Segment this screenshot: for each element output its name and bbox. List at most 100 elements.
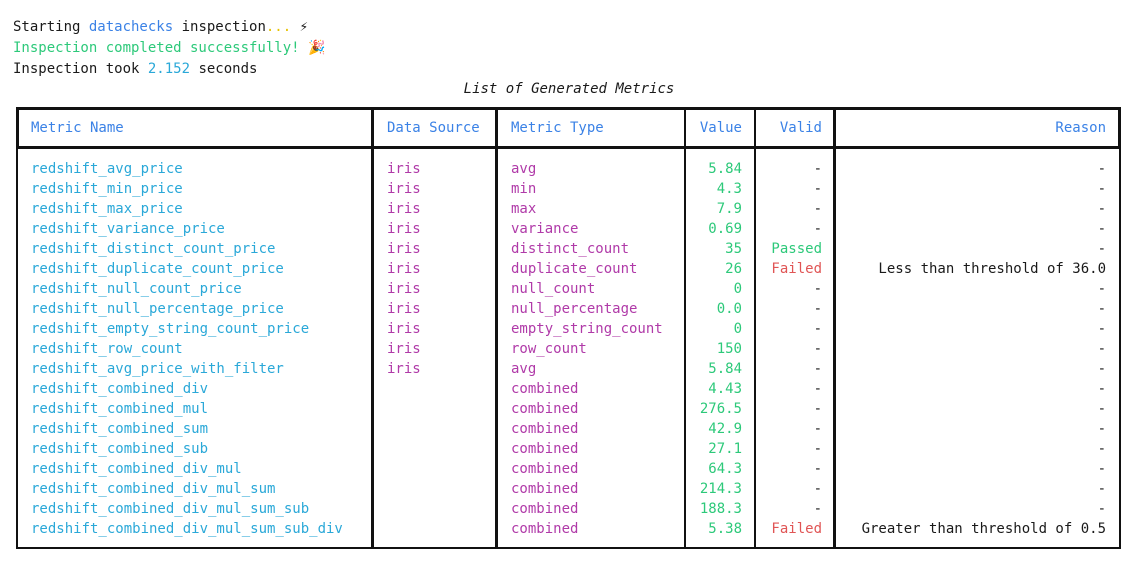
reason-cell: - xyxy=(1097,181,1106,197)
reason-cell: - xyxy=(1097,341,1106,357)
data-source-cell: iris xyxy=(387,281,421,297)
reason-cell: - xyxy=(1097,161,1106,177)
value-cell: 0 xyxy=(733,281,742,297)
metric-type-cell: distinct_count xyxy=(511,241,630,257)
header-metric-type[interactable]: Metric Type xyxy=(511,118,604,138)
value-cell: 0.69 xyxy=(708,221,742,237)
metric-name-cell: redshift_variance_price xyxy=(31,221,225,237)
metric-name-cell: redshift_combined_div xyxy=(31,381,209,397)
header-valid[interactable]: Valid xyxy=(756,118,822,138)
reason-cell: - xyxy=(1097,461,1106,477)
valid-status-cell: - xyxy=(813,441,822,457)
value-cell: 26 xyxy=(725,261,742,277)
reason-cell: Greater than threshold of 0.5 xyxy=(861,521,1106,537)
app-name: datachecks xyxy=(88,19,174,35)
duration-value: 2.152 xyxy=(147,61,191,77)
reason-cell: - xyxy=(1097,241,1106,257)
valid-status-cell: Passed xyxy=(771,241,822,257)
metric-name-cell: redshift_combined_div_mul xyxy=(31,461,242,477)
reason-cell: - xyxy=(1097,321,1106,337)
metric-name-cell: redshift_combined_div_mul_sum_sub xyxy=(31,501,310,517)
metric-type-cell: combined xyxy=(511,401,579,417)
metric-type-cell: combined xyxy=(511,501,579,517)
header-value[interactable]: Value xyxy=(684,118,742,138)
value-cell: 5.84 xyxy=(708,361,742,377)
header-data-source[interactable]: Data Source xyxy=(387,118,480,138)
log-text: seconds xyxy=(190,61,258,77)
metric-name-cell: redshift_combined_sub xyxy=(31,441,209,457)
metric-type-cell: null_percentage xyxy=(511,301,638,317)
reason-cell: - xyxy=(1097,441,1106,457)
log-line-start: Starting datachecks inspection... ⚡ xyxy=(13,17,308,37)
reason-cell: - xyxy=(1097,361,1106,377)
column-divider xyxy=(371,107,374,549)
log-text: inspection xyxy=(173,19,266,35)
party-popper-icon: 🎉 xyxy=(308,40,326,56)
reason-cell: - xyxy=(1097,501,1106,517)
metric-type-cell: duplicate_count xyxy=(511,261,638,277)
reason-cell: - xyxy=(1097,201,1106,217)
data-source-cell: iris xyxy=(387,361,421,377)
data-source-cell: iris xyxy=(387,321,421,337)
value-cell: 0.0 xyxy=(716,301,742,317)
metric-name-cell: redshift_combined_div_mul_sum xyxy=(31,481,276,497)
reason-cell: - xyxy=(1097,221,1106,237)
reason-cell: - xyxy=(1097,421,1106,437)
data-source-cell: iris xyxy=(387,241,421,257)
value-cell: 5.38 xyxy=(708,521,742,537)
metric-name-cell: redshift_max_price xyxy=(31,201,183,217)
metric-type-cell: combined xyxy=(511,461,579,477)
data-source-cell: iris xyxy=(387,201,421,217)
data-source-cell: iris xyxy=(387,221,421,237)
header-metric-name[interactable]: Metric Name xyxy=(31,118,124,138)
value-cell: 214.3 xyxy=(699,481,742,497)
value-cell: 188.3 xyxy=(699,501,742,517)
metric-name-cell: redshift_combined_sum xyxy=(31,421,209,437)
value-cell: 0 xyxy=(733,321,742,337)
valid-status-cell: - xyxy=(813,461,822,477)
valid-status-cell: Failed xyxy=(771,521,822,537)
value-cell: 276.5 xyxy=(699,401,742,417)
valid-status-cell: - xyxy=(813,181,822,197)
data-source-cell: iris xyxy=(387,341,421,357)
table-title: List of Generated Metrics xyxy=(463,81,675,97)
metric-type-cell: null_count xyxy=(511,281,596,297)
metric-name-cell: redshift_null_count_price xyxy=(31,281,242,297)
valid-status-cell: - xyxy=(813,481,822,497)
log-line-complete: Inspection completed successfully! 🎉 xyxy=(13,38,325,58)
header-reason[interactable]: Reason xyxy=(836,118,1106,138)
metric-name-cell: redshift_min_price xyxy=(31,181,183,197)
data-source-cell: iris xyxy=(387,181,421,197)
ellipsis: ... xyxy=(265,19,292,35)
data-source-cell: iris xyxy=(387,301,421,317)
value-cell: 7.9 xyxy=(716,201,742,217)
reason-cell: - xyxy=(1097,281,1106,297)
metrics-table: Metric Name Data Source Metric Type Valu… xyxy=(16,107,1121,549)
metric-name-cell: redshift_empty_string_count_price xyxy=(31,321,310,337)
value-cell: 4.3 xyxy=(716,181,742,197)
valid-status-cell: - xyxy=(813,421,822,437)
value-cell: 4.43 xyxy=(708,381,742,397)
metric-name-cell: redshift_null_percentage_price xyxy=(31,301,284,317)
log-line-duration: Inspection took 2.152 seconds xyxy=(13,59,257,79)
reason-cell: - xyxy=(1097,301,1106,317)
metric-type-cell: avg xyxy=(511,361,537,377)
metric-type-cell: combined xyxy=(511,381,579,397)
log-text: Inspection completed successfully! xyxy=(13,40,300,56)
metric-name-cell: redshift_avg_price xyxy=(31,161,183,177)
valid-status-cell: - xyxy=(813,201,822,217)
metric-type-cell: min xyxy=(511,181,537,197)
metric-type-cell: variance xyxy=(511,221,579,237)
metric-name-cell: redshift_combined_div_mul_sum_sub_div xyxy=(31,521,343,537)
metric-type-cell: row_count xyxy=(511,341,587,357)
reason-cell: - xyxy=(1097,481,1106,497)
metric-type-cell: combined xyxy=(511,421,579,437)
valid-status-cell: - xyxy=(813,341,822,357)
data-source-cell: iris xyxy=(387,261,421,277)
reason-cell: - xyxy=(1097,401,1106,417)
valid-status-cell: - xyxy=(813,281,822,297)
value-cell: 150 xyxy=(716,341,742,357)
valid-status-cell: Failed xyxy=(771,261,822,277)
valid-status-cell: - xyxy=(813,321,822,337)
reason-cell: - xyxy=(1097,381,1106,397)
